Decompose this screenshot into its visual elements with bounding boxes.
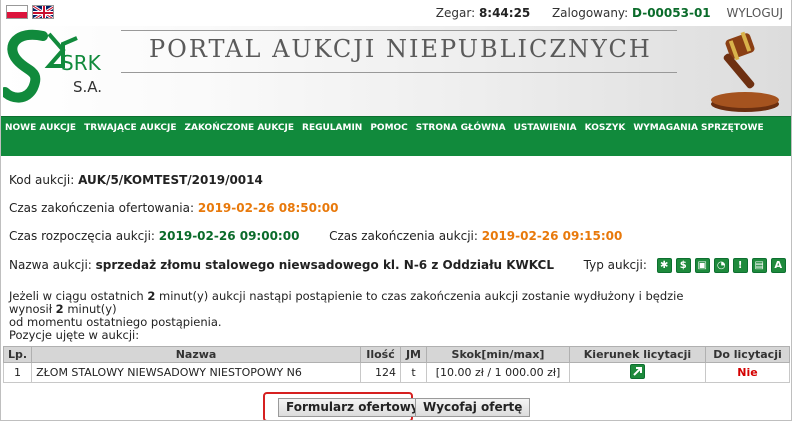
col-name: Nazwa xyxy=(31,346,361,363)
top-bar: Zegar: 8:44:25 Zalogowany: D-00053-01 WY… xyxy=(1,0,791,26)
main-nav: NOWE AUKCJE TRWAJĄCE AUKCJE ZAKOŃCZONE A… xyxy=(1,116,791,156)
portal-title: PORTAL AUKCJI NIEPUBLICZNYCH xyxy=(149,35,652,63)
start-label: Czas rozpoczęcia aukcji: xyxy=(9,229,155,243)
col-qty: Ilość xyxy=(360,346,401,363)
auction-name-row: Nazwa aukcji: sprzedaż złomu stalowego n… xyxy=(9,258,786,273)
offer-end-time: 2019-02-26 08:50:00 xyxy=(197,201,339,215)
auction-items-table: Lp. Nazwa Ilość JM Skok[min/max] Kierune… xyxy=(2,346,790,383)
gavel-icon xyxy=(711,31,779,112)
offer-end-row: Czas zakończenia ofertowania: 2019-02-26… xyxy=(9,201,339,215)
cell-bid: Nie xyxy=(705,362,790,383)
nav-help[interactable]: POMOC xyxy=(370,123,407,133)
lock-icon: ▣ xyxy=(694,258,710,273)
extension-note: Jeżeli w ciągu ostatnich 2 minut(y) aukc… xyxy=(9,290,729,342)
col-bid: Do licytacji xyxy=(705,346,790,363)
title-rule-top xyxy=(121,30,677,31)
auction-type-label: Typ aukcji: xyxy=(583,258,647,272)
items-heading: Pozycje ujęte w aukcji: xyxy=(9,328,140,342)
col-lp: Lp. xyxy=(2,346,33,363)
nav-new-auctions[interactable]: NOWE AUKCJE xyxy=(5,123,76,133)
end-label: Czas zakończenia aukcji: xyxy=(329,229,478,243)
letter-a-icon: A xyxy=(770,258,786,273)
auction-type-icons: ✱ $ ▣ ◔ ! ▤ A xyxy=(656,258,786,273)
col-unit: JM xyxy=(400,346,427,363)
app-window: Zegar: 8:44:25 Zalogowany: D-00053-01 WY… xyxy=(0,0,792,421)
offer-form-button[interactable]: Formularz ofertowy xyxy=(278,398,427,417)
auction-code-label: Kod aukcji: xyxy=(9,173,75,187)
auction-name: sprzedaż złomu stalowego niewsadowego kl… xyxy=(95,258,554,272)
header-banner: SRK S.A. PORTAL AUKCJI NIEPUBLICZNYCH xyxy=(1,26,791,116)
cell-name: ZŁOM STALOWY NIEWSADOWY NIESTOPOWY N6 xyxy=(31,362,361,383)
nav-ongoing-auctions[interactable]: TRWAJĄCE AUKCJE xyxy=(84,123,176,133)
grid-icon: ✱ xyxy=(656,258,672,273)
nav-settings[interactable]: USTAWIENIA xyxy=(514,123,577,133)
nav-cart[interactable]: KOSZYK xyxy=(585,123,626,133)
info-icon: ! xyxy=(732,258,748,273)
col-step: Skok[min/max] xyxy=(426,346,570,363)
nav-home[interactable]: STRONA GŁÓWNA xyxy=(416,123,506,133)
table-row: 1 ZŁOM STALOWY NIEWSADOWY NIESTOPOWY N6 … xyxy=(2,362,790,383)
clock-label: Zegar: xyxy=(435,6,476,20)
user-label: Zalogowany: xyxy=(551,6,629,20)
auction-times-row: Czas rozpoczęcia aukcji: 2019-02-26 09:0… xyxy=(9,229,622,243)
nav-requirements[interactable]: WYMAGANIA SPRZĘTOWE xyxy=(633,123,763,133)
clock-value: 8:44:25 xyxy=(478,6,531,20)
arrow-up-right-icon[interactable] xyxy=(630,364,645,379)
english-flag-icon[interactable] xyxy=(32,5,54,19)
polish-flag-icon[interactable] xyxy=(6,5,28,19)
dollar-icon: $ xyxy=(675,258,691,273)
offer-end-label: Czas zakończenia ofertowania: xyxy=(9,201,195,215)
cell-unit: t xyxy=(400,362,427,383)
auction-name-label: Nazwa aukcji: xyxy=(9,258,92,272)
cell-direction xyxy=(569,362,706,383)
cell-lp: 1 xyxy=(2,362,33,383)
start-time: 2019-02-26 09:00:00 xyxy=(158,229,300,243)
nav-regulations[interactable]: REGULAMIN xyxy=(302,123,362,133)
table-header-row: Lp. Nazwa Ilość JM Skok[min/max] Kierune… xyxy=(2,346,790,363)
nav-finished-auctions[interactable]: ZAKOŃCZONE AUKCJE xyxy=(185,123,295,133)
end-time: 2019-02-26 09:15:00 xyxy=(481,229,623,243)
logout-link[interactable]: WYLOGUJ xyxy=(726,6,783,20)
cell-qty: 124 xyxy=(360,362,401,383)
col-direction: Kierunek licytacji xyxy=(569,346,706,363)
withdraw-offer-button[interactable]: Wycofaj ofertę xyxy=(415,398,531,417)
clock-icon: ◔ xyxy=(713,258,729,273)
logo-suffix: S.A. xyxy=(73,78,102,96)
user-id: D-00053-01 xyxy=(632,6,711,20)
session-info: Zegar: 8:44:25 Zalogowany: D-00053-01 WY… xyxy=(436,6,783,20)
auction-code: AUK/5/KOMTEST/2019/0014 xyxy=(78,173,263,187)
title-rule-bottom xyxy=(121,72,677,73)
logo-text: SRK xyxy=(61,51,102,75)
note-line-1: Jeżeli w ciągu ostatnich 2 minut(y) aukc… xyxy=(9,289,684,316)
card-icon: ▤ xyxy=(751,258,767,273)
cell-step: [10.00 zł / 1 000.00 zł] xyxy=(426,362,570,383)
auction-code-row: Kod aukcji: AUK/5/KOMTEST/2019/0014 xyxy=(9,173,263,187)
srk-logo[interactable]: SRK S.A. xyxy=(3,26,115,114)
